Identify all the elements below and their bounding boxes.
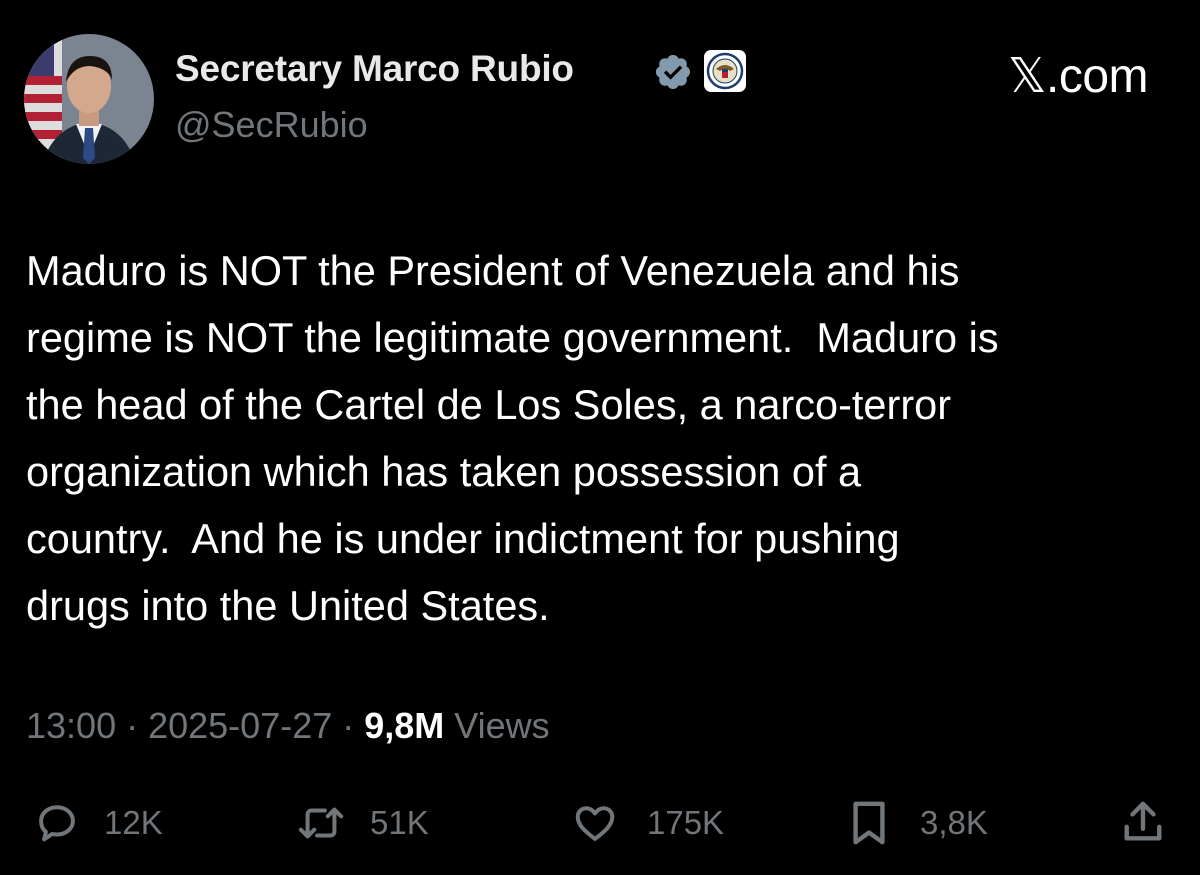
- views-count: 9,8M: [364, 705, 445, 746]
- repost-button[interactable]: 51K: [294, 795, 429, 851]
- bookmark-count: 3,8K: [920, 804, 988, 841]
- like-button[interactable]: 175K: [571, 795, 724, 851]
- views-label: Views: [444, 705, 550, 746]
- like-count: 175K: [647, 804, 725, 841]
- reply-count: 12K: [104, 804, 163, 841]
- tweet-text: Maduro is NOT the President of Venezuela…: [26, 237, 1186, 639]
- share-icon: [1124, 801, 1162, 841]
- repost-icon: [298, 807, 344, 839]
- tweet-text-line: Maduro is NOT the President of Venezuela…: [26, 247, 960, 294]
- heart-icon: [575, 806, 615, 841]
- reply-button[interactable]: 12K: [34, 795, 163, 851]
- tweet-meta: 13:00 · 2025-07-27 · 9,8M Views: [26, 705, 550, 747]
- verified-badge-icon[interactable]: [653, 52, 693, 92]
- bookmark-icon: [853, 801, 885, 845]
- bookmark-button[interactable]: 3,8K: [846, 795, 988, 851]
- meta-separator: ·: [332, 705, 365, 746]
- tweet-text-line: drugs into the United States.: [26, 582, 550, 629]
- state-department-seal-icon[interactable]: [703, 49, 747, 93]
- share-button[interactable]: [1120, 795, 1166, 851]
- reply-icon: [39, 805, 75, 842]
- repost-count: 51K: [370, 804, 429, 841]
- site-label: 𝕏.com: [1007, 50, 1149, 103]
- tweet-text-line: the head of the Cartel de Los Soles, a n…: [26, 381, 952, 428]
- tweet-date[interactable]: 2025-07-27: [148, 705, 332, 746]
- tweet-text-line: regime is NOT the legitimate government.…: [26, 314, 999, 361]
- author-handle[interactable]: @SecRubio: [175, 104, 368, 146]
- tweet-text-line: country. And he is under indictment for …: [26, 515, 900, 562]
- meta-separator: ·: [116, 705, 149, 746]
- display-name[interactable]: Secretary Marco Rubio: [175, 48, 574, 90]
- tweet-text-line: organization which has taken possession …: [26, 448, 862, 495]
- avatar[interactable]: [24, 34, 154, 164]
- tweet-time[interactable]: 13:00: [26, 705, 116, 746]
